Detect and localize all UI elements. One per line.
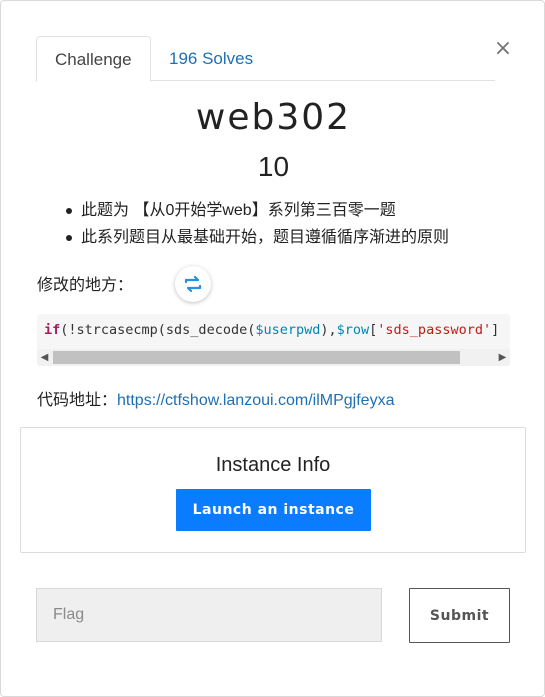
description-item: 此题为 【从0开始学web】系列第三百零一题 <box>61 197 449 224</box>
description-list: 此题为 【从0开始学web】系列第三百零一题 此系列题目从最基础开始，题目遵循循… <box>61 197 449 251</box>
scroll-thumb[interactable] <box>53 351 460 364</box>
code-url-label: 代码地址： <box>37 392 118 409</box>
code-block: if(!strcasecmp(sds_decode($userpwd),$row… <box>37 314 510 366</box>
code-text: (!strcasecmp(sds_decode( <box>60 322 256 338</box>
code-url-row: 代码地址：https://ctfshow.lanzoui.com/ilMPgjf… <box>37 386 394 410</box>
description-item: 此系列题目从最基础开始，题目遵循循序渐进的原则 <box>61 224 449 251</box>
instance-info-panel: Instance Info Launch an instance <box>20 427 526 553</box>
modified-label: 修改的地方： <box>37 277 134 294</box>
scroll-right-arrow-icon[interactable]: ▶ <box>495 349 510 366</box>
code-keyword: if <box>44 322 61 338</box>
code-string: 'sds_password' <box>377 322 492 338</box>
launch-instance-button[interactable]: Launch an instance <box>176 489 371 531</box>
horizontal-scrollbar[interactable]: ◀ ▶ <box>37 349 510 366</box>
code-line: if(!strcasecmp(sds_decode($userpwd),$row… <box>44 322 499 338</box>
code-text: ] <box>491 322 500 338</box>
tab-solves[interactable]: 196 Solves <box>151 36 271 80</box>
tab-bar: Challenge 196 Solves <box>36 36 495 82</box>
code-variable: $row <box>336 322 370 338</box>
code-url-link[interactable]: https://ctfshow.lanzoui.com/ilMPgjfeyxa <box>117 392 394 409</box>
code-variable: $userpwd <box>255 322 321 338</box>
scroll-left-arrow-icon[interactable]: ◀ <box>37 349 52 366</box>
code-text: ), <box>320 322 337 338</box>
instance-info-title: Instance Info <box>215 454 331 476</box>
flag-input[interactable] <box>36 588 382 642</box>
close-icon[interactable]: × <box>491 37 515 61</box>
challenge-value: 10 <box>257 151 290 182</box>
challenge-name: web302 <box>195 97 352 138</box>
refresh-icon[interactable] <box>175 266 211 302</box>
refresh-icon-glyph <box>184 275 202 293</box>
challenge-modal: Challenge 196 Solves × web302 10 此题为 【从0… <box>0 0 545 697</box>
tab-challenge[interactable]: Challenge <box>36 36 151 82</box>
submit-button[interactable]: Submit <box>409 588 510 643</box>
